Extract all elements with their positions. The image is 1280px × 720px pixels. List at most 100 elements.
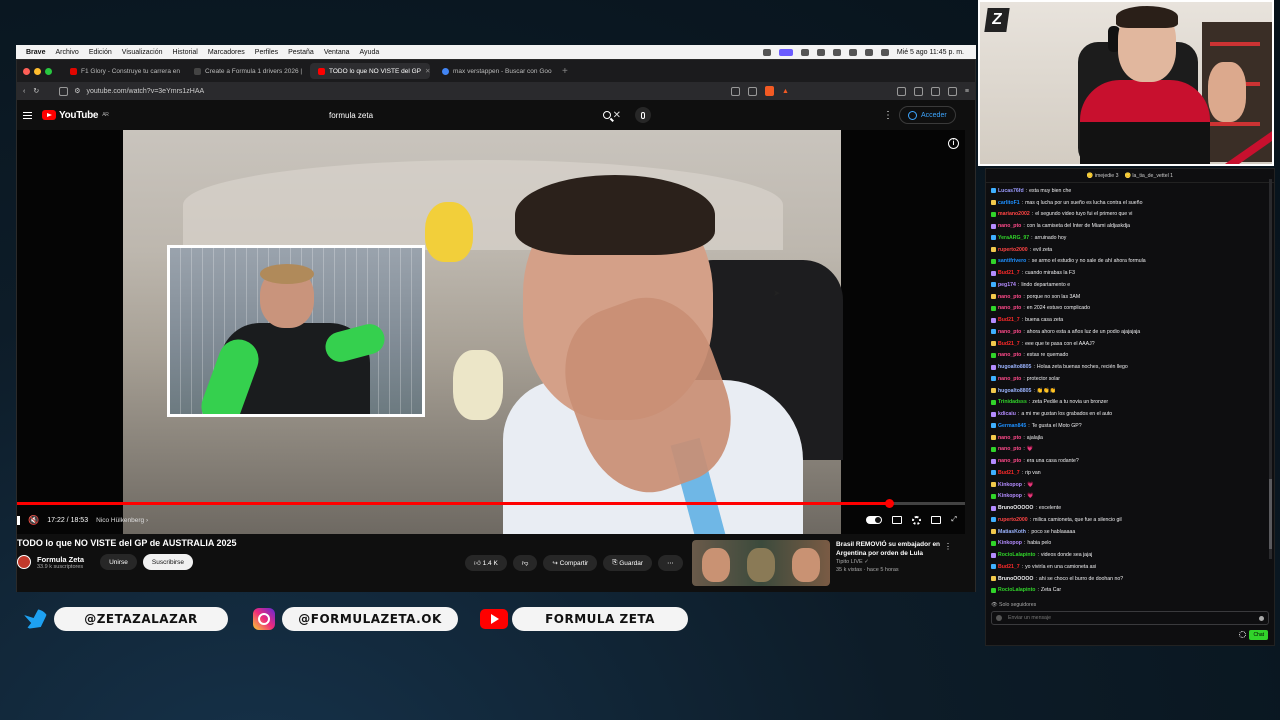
browser-tab[interactable]: F1 Glory - Construye tu carrera en — [62, 63, 182, 79]
chat-username[interactable]: BrunoOOOOO — [998, 576, 1033, 582]
site-info-icon[interactable]: ⚙ — [74, 87, 80, 95]
chat-username[interactable]: mariano2002 — [998, 211, 1030, 217]
info-icon[interactable]: i — [948, 138, 959, 149]
recommended-video[interactable]: Brasil REMOVIÓ su embajador en Argentina… — [692, 540, 952, 588]
address-bar[interactable]: ⚙ youtube.com/watch?v=3eYmrs1zHAA — [47, 86, 723, 96]
chat-username[interactable]: ruperto2000 — [998, 517, 1028, 523]
progress-scrubber[interactable] — [885, 499, 895, 508]
chat-username[interactable]: nano_pto — [998, 352, 1021, 358]
minimize-window-button[interactable] — [34, 67, 41, 75]
chat-send-button[interactable]: Chat — [1249, 630, 1268, 640]
menu-archivo[interactable]: Archivo — [55, 49, 78, 56]
tray-control-center-icon[interactable] — [880, 48, 889, 56]
chat-settings-icon[interactable] — [1239, 631, 1246, 638]
url-text[interactable]: youtube.com/watch?v=3eYmrs1zHAA — [87, 88, 205, 95]
subtitles-icon[interactable] — [892, 516, 903, 524]
chat-username[interactable]: Kinkopop — [998, 482, 1022, 488]
theater-mode-icon[interactable] — [931, 516, 942, 524]
voice-search-button[interactable] — [635, 107, 651, 123]
menu-ayuda[interactable]: Ayuda — [360, 49, 380, 56]
pinned-user[interactable]: 🪙 imejedie 3 — [1087, 173, 1119, 179]
chat-username[interactable]: RocioLalapinto — [998, 552, 1035, 558]
youtube-logo[interactable]: YouTube AR — [42, 110, 109, 121]
emote-picker-icon[interactable] — [1259, 615, 1264, 621]
menu-edicion[interactable]: Edición — [89, 49, 112, 56]
cast-icon[interactable] — [730, 86, 740, 96]
brave-rewards-icon[interactable]: ▲ — [782, 88, 789, 95]
chat-username[interactable]: RocioLalapinto — [998, 587, 1035, 593]
dislike-button[interactable]: 👎︎ — [512, 555, 538, 571]
back-icon[interactable]: ‹ — [23, 88, 25, 95]
chat-username[interactable]: Bud21_7 — [998, 317, 1020, 323]
chat-username[interactable]: Trinidadsss — [998, 399, 1027, 405]
chat-username[interactable]: BrunoOOOOO — [998, 505, 1033, 511]
chat-username[interactable]: nano_pto — [998, 329, 1021, 335]
share-icon[interactable] — [747, 86, 757, 96]
chat-username[interactable]: nano_pto — [998, 458, 1021, 464]
chat-username[interactable]: nano_pto — [998, 376, 1021, 382]
chat-input[interactable]: Enviar un mensaje — [991, 611, 1269, 625]
search-button[interactable] — [597, 106, 617, 124]
brave-shields-icon[interactable] — [764, 86, 774, 96]
menu-historial[interactable]: Historial — [173, 49, 198, 56]
menu-brave[interactable]: Brave — [26, 49, 45, 56]
chat-username[interactable]: ruperto2000 — [998, 247, 1028, 253]
browser-tab[interactable]: Create a Formula 1 drivers 2026 | — [186, 63, 306, 79]
chat-username[interactable]: Lucas76fd — [998, 188, 1024, 194]
sidebar-icon[interactable] — [896, 86, 906, 96]
chat-username[interactable]: peg174 — [998, 282, 1016, 288]
share-button[interactable]: ↪ Compartir — [543, 555, 598, 571]
video-player[interactable]: i ➤ 🔇 17:22 / 18:53 Nico Hülkenberg › ⤢ — [17, 130, 965, 534]
chat-username[interactable]: nano_pto — [998, 294, 1021, 300]
menu-pestana[interactable]: Pestaña — [288, 49, 314, 56]
browser-tab[interactable]: max verstappen - Buscar con Goo — [434, 63, 554, 79]
wallet-icon[interactable] — [930, 86, 940, 96]
settings-gear-icon[interactable] — [912, 515, 922, 525]
chat-scrollbar[interactable] — [1269, 179, 1272, 559]
save-button[interactable]: ⎘ Guardar — [603, 555, 653, 571]
chat-username[interactable]: Bud21_7 — [998, 470, 1020, 476]
tray-grid-icon[interactable] — [800, 48, 809, 56]
browser-tab-active[interactable]: TODO lo que NO VISTE del GP ✕ — [310, 63, 430, 79]
chat-username[interactable]: Bud21_7 — [998, 341, 1020, 347]
mute-icon[interactable]: 🔇 — [28, 515, 39, 526]
menu-visualizacion[interactable]: Visualización — [122, 49, 163, 56]
tray-play-icon[interactable] — [816, 48, 825, 56]
channel-name[interactable]: Formula Zeta — [37, 555, 84, 564]
subscribe-button[interactable]: Suscribirse — [142, 554, 194, 570]
chat-username[interactable]: MatiasKoth — [998, 529, 1026, 535]
autoplay-toggle[interactable] — [866, 516, 883, 524]
settings-menu-icon[interactable]: ⋮ — [883, 110, 893, 121]
chat-username[interactable]: nano_pto — [998, 305, 1021, 311]
close-window-button[interactable] — [23, 67, 30, 75]
chat-username[interactable]: nano_pto — [998, 223, 1021, 229]
zoom-window-button[interactable] — [45, 67, 52, 75]
progress-bar[interactable] — [17, 499, 965, 508]
browser-menu-icon[interactable]: ≡ — [965, 88, 969, 95]
tray-wifi-icon[interactable] — [848, 48, 857, 56]
menu-perfiles[interactable]: Perfiles — [255, 49, 278, 56]
chat-username[interactable]: santifrivero — [998, 258, 1026, 264]
chat-username[interactable]: Kinkopop — [998, 540, 1022, 546]
chat-username[interactable]: hugoalto8805 — [998, 388, 1031, 394]
chat-username[interactable]: hugoalto8805 — [998, 364, 1031, 370]
chat-username[interactable]: Bud21_7 — [998, 564, 1020, 570]
reload-icon[interactable]: ↻ — [33, 87, 39, 95]
chat-username[interactable]: carlitoF1 — [998, 200, 1020, 206]
recommended-thumbnail[interactable] — [692, 540, 830, 586]
sign-in-button[interactable]: Acceder — [899, 106, 956, 124]
search-input[interactable]: formula zeta ✕ — [321, 106, 621, 124]
recommended-title[interactable]: Brasil REMOVIÓ su embajador en Argentina… — [836, 540, 946, 558]
menu-marcadores[interactable]: Marcadores — [208, 49, 245, 56]
chat-username[interactable]: nano_pto — [998, 435, 1021, 441]
recommended-menu-icon[interactable]: ⋮ — [944, 542, 952, 551]
vpn-icon[interactable] — [947, 86, 957, 96]
tray-record-icon[interactable] — [832, 48, 841, 56]
fullscreen-icon[interactable]: ⤢ — [951, 516, 957, 524]
chat-username[interactable]: Bud21_7 — [998, 270, 1020, 276]
chapter-title[interactable]: Nico Hülkenberg › — [96, 517, 148, 524]
tray-icon[interactable] — [762, 48, 771, 56]
pause-icon[interactable] — [17, 515, 20, 525]
close-tab-icon[interactable]: ✕ — [425, 67, 430, 75]
search-query[interactable]: formula zeta — [329, 111, 373, 120]
